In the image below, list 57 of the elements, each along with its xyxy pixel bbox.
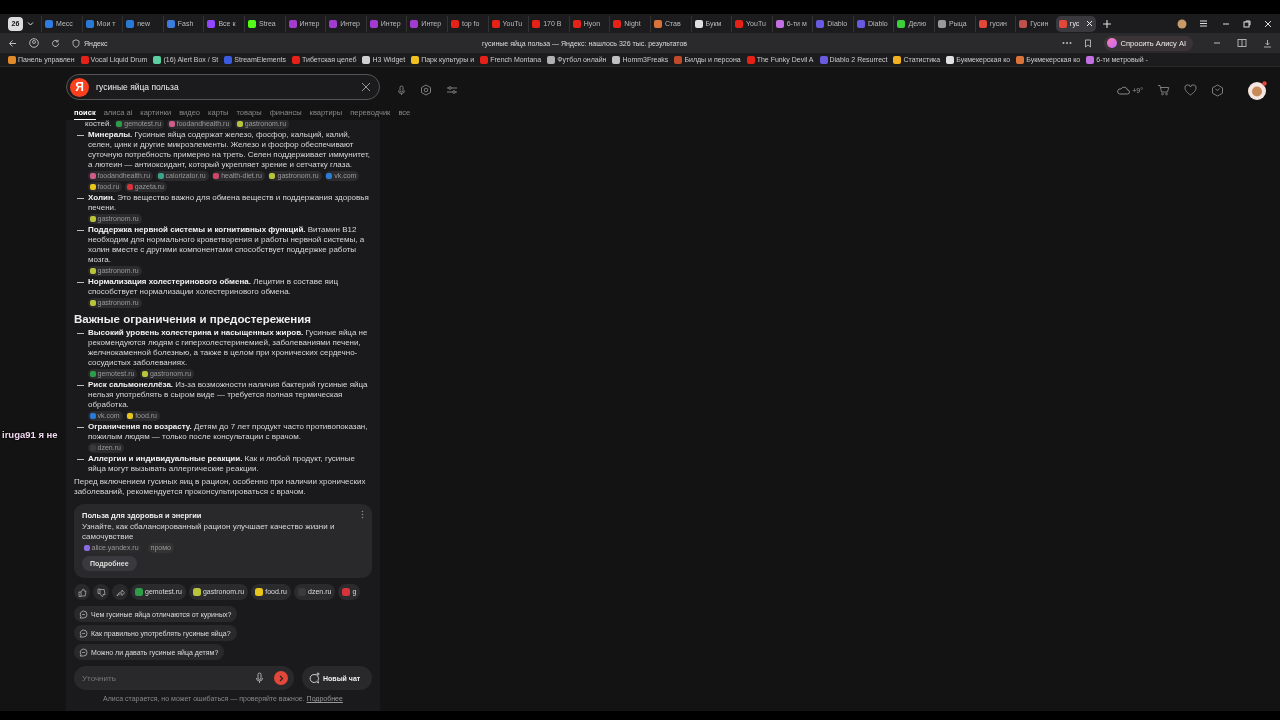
chat-overlay-text: iruga91 я не xyxy=(2,429,58,440)
list-item-text: Нормализация холестеринового обмена. Лецитин в составе яиц способствует нормализации холестеринового обмена. xyxy=(88,277,339,298)
chat-input-field[interactable]: Уточнить xyxy=(74,666,294,691)
list-item-text: Ограничения по возрасту. Детям до 7 лет продукт часто противопоказан, пожилым людям — только после консультации с врачом. xyxy=(88,422,369,443)
dislike-button[interactable] xyxy=(93,584,109,601)
search-query-input[interactable]: гусиные яйца польза xyxy=(96,82,354,92)
chat-input[interactable]: Уточнить xyxy=(82,673,245,683)
download-icon[interactable] xyxy=(1263,38,1272,48)
conclusion-text: Перед включением гусиных яиц в рацион, особенно при наличии хронических заболеваний, рекомендуется проконсультироваться с врачом. xyxy=(74,477,367,498)
chevron-down-icon[interactable] xyxy=(26,19,35,28)
list-item-text: Холин. Это вещество важно для обмена веществ и поддержания здоровья печени. xyxy=(88,193,370,214)
list-item-text: Риск сальмонеллёза. Из-за возможности наличия бактерий гусиные яйца нельзя употреблять в сыром виде — требуется полная термическая обработка. xyxy=(88,380,369,411)
filters-icon[interactable] xyxy=(446,85,458,95)
chevron-right-icon xyxy=(278,674,284,682)
hexagon-icon[interactable] xyxy=(1211,83,1224,97)
heart-icon[interactable] xyxy=(1184,84,1197,96)
new-chat-icon xyxy=(308,672,320,685)
restore-icon[interactable] xyxy=(1243,19,1251,28)
section-heading: Важные ограничения и предостережения xyxy=(74,312,313,327)
share-button[interactable] xyxy=(112,584,128,601)
profile-icon[interactable] xyxy=(1177,18,1187,29)
like-button[interactable] xyxy=(74,584,90,601)
list-item-text: Высокий уровень холестерина и насыщенных жиров. Гусиные яйца не рекомендуются людям с гиперхолестеринемией, заболеваниями печени, желчнокаменной болезнью, а также в целом при хронических сердечно-сосудистых заболеваниях. xyxy=(88,328,369,369)
list-item-text: костей. xyxy=(85,120,112,129)
close-icon[interactable] xyxy=(1086,20,1094,27)
list-item-text: Минералы. Гусиные яйца содержат железо, фосфор, кальций, калий, селен, цинк и другие микроэлементы. Железо и фосфор обеспечивают суточную потребность примерно на треть. Селен поддерживает иммунитет, а лютеин — антиоксидант, который укрепляет зрение и сетчатку глаза. xyxy=(88,130,371,171)
cloud-icon xyxy=(1116,85,1131,95)
list-item-text: Аллергии и индивидуальные реакции. Как и любой продукт, гусиные яйца могут вызывать аллергические реакции. xyxy=(88,454,356,475)
menu-icon[interactable] xyxy=(1199,19,1208,28)
avatar-icon[interactable] xyxy=(1246,79,1268,101)
cart-icon[interactable] xyxy=(1157,84,1170,96)
chat-bubble-icon xyxy=(79,628,88,638)
send-button[interactable] xyxy=(274,671,288,686)
list-item-text: Поддержка нервной системы и когнитивных функций. Витамин B12 необходим для нормального кроветворения и работы нервной системы, а холин вместе с другими компонентами способствует поддержке работы мозга. xyxy=(88,225,366,266)
account-icon[interactable] xyxy=(29,38,39,48)
minus-icon[interactable] xyxy=(1213,39,1221,47)
thumbs-up-icon xyxy=(77,587,87,597)
share-arrow-icon xyxy=(115,587,125,597)
chat-bubble-icon xyxy=(79,647,88,657)
promo-text: Узнайте, как сбалансированный рацион улучшает качество жизни и самочувствие xyxy=(82,522,336,543)
reader-icon[interactable] xyxy=(1237,38,1247,48)
alice-icon xyxy=(1106,38,1117,48)
camera-lens-icon[interactable] xyxy=(420,84,432,96)
search-field[interactable]: Я гусиные яйца польза xyxy=(66,74,380,100)
microphone-icon[interactable] xyxy=(397,84,406,96)
thumbs-down-icon xyxy=(96,587,106,597)
microphone-icon[interactable] xyxy=(255,672,264,685)
bookmark-icon[interactable] xyxy=(1083,38,1092,48)
more-icon[interactable] xyxy=(1061,41,1072,45)
reload-icon[interactable] xyxy=(51,38,60,48)
yandex-logo[interactable]: Я xyxy=(70,77,89,97)
close-icon[interactable] xyxy=(1264,19,1272,28)
shield-icon xyxy=(72,38,80,48)
chat-bubble-icon xyxy=(79,609,88,619)
back-icon[interactable] xyxy=(8,38,17,48)
new-tab-icon[interactable] xyxy=(1102,18,1113,29)
clear-icon[interactable] xyxy=(361,82,371,92)
